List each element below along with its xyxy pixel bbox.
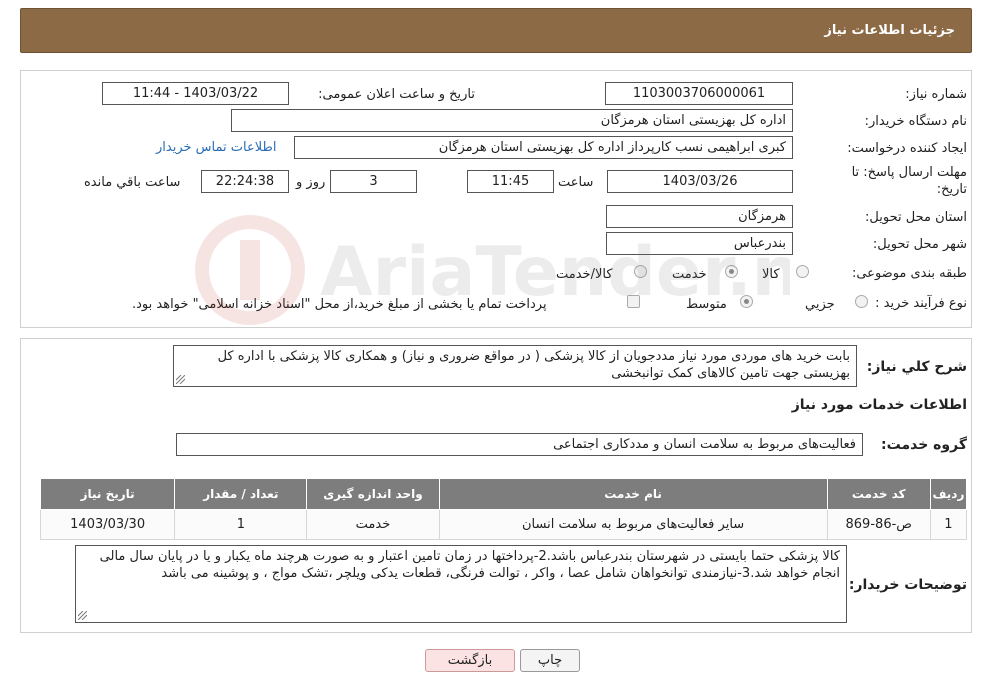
col-header-row-no: ردیف — [929, 478, 968, 510]
category-label: طبقه بندی موضوعی: — [851, 266, 967, 281]
province-field: هرمزگان — [606, 205, 793, 228]
creator-field: کبری ابراهیمی نسب کارپرداز اداره کل بهزی… — [294, 136, 793, 159]
page-header: جزئیات اطلاعات نیاز — [20, 8, 972, 53]
city-label: شهر محل تحویل: — [872, 237, 967, 252]
cell-quantity: 1 — [174, 509, 308, 540]
col-header-need-date: تاریخ نیاز — [39, 478, 176, 510]
services-table: ردیف کد خدمت نام خدمت واحد اندازه گیری ت… — [39, 478, 968, 540]
days-remaining-field: 3 — [330, 170, 417, 193]
table-row: 1 ص-86-869 سایر فعالیت‌های مربوط به سلام… — [39, 509, 968, 540]
cell-unit: خدمت — [306, 509, 440, 540]
category-radio-goods[interactable] — [796, 265, 809, 278]
cell-row-no: 1 — [929, 509, 968, 540]
days-label: روز و — [296, 175, 326, 190]
buyer-contact-link[interactable]: اطلاعات تماس خریدار — [156, 140, 276, 155]
buyer-org-field: اداره کل بهزیستی استان هرمزگان — [231, 109, 793, 132]
deadline-time-label: ساعت — [558, 175, 594, 190]
treasury-payment-checkbox[interactable] — [627, 295, 640, 308]
announce-datetime-field: 1403/03/22 - 11:44 — [102, 82, 289, 105]
table-header-row: ردیف کد خدمت نام خدمت واحد اندازه گیری ت… — [39, 478, 968, 510]
cell-service-code: ص-86-869 — [826, 509, 931, 540]
buyer-notes-label: توضیحات خریدار: — [848, 577, 967, 593]
deadline-label: مهلت ارسال پاسخ: تا — [851, 165, 967, 180]
category-option-goods-service: کالا/خدمت — [556, 267, 613, 282]
description-text: بابت خرید های موردی مورد نیاز مددجویان ا… — [217, 349, 850, 381]
category-option-service: خدمت — [672, 267, 707, 282]
announce-label: تاریخ و ساعت اعلان عمومی: — [318, 87, 475, 102]
process-label: نوع فرآیند خرید : — [875, 296, 967, 311]
process-radio-medium[interactable] — [740, 295, 753, 308]
category-option-goods: کالا — [762, 267, 780, 282]
creator-label: ایجاد کننده درخواست: — [847, 141, 967, 156]
print-button[interactable]: چاپ — [520, 649, 580, 672]
process-option-minor: جزیي — [805, 297, 835, 312]
process-radio-minor[interactable] — [855, 295, 868, 308]
remaining-time-label: ساعت باقي مانده — [84, 175, 181, 190]
col-header-service-name: نام خدمت — [438, 478, 828, 510]
category-radio-service[interactable] — [725, 265, 738, 278]
buyer-org-label: نام دستگاه خریدار: — [864, 114, 967, 129]
cell-need-date: 1403/03/30 — [39, 509, 176, 540]
col-header-quantity: تعداد / مقدار — [174, 478, 308, 510]
page-title: جزئیات اطلاعات نیاز — [824, 23, 955, 38]
treasury-payment-note: پرداخت تمام یا بخشی از مبلغ خرید،از محل … — [132, 297, 547, 312]
remaining-time-field: 22:24:38 — [201, 170, 289, 193]
services-section-title: اطلاعات خدمات مورد نیاز — [791, 397, 967, 413]
need-number-field: 1103003706000061 — [605, 82, 793, 105]
col-header-unit: واحد اندازه گیری — [306, 478, 440, 510]
description-label: شرح کلي نياز: — [866, 359, 967, 375]
deadline-date-field: 1403/03/26 — [607, 170, 793, 193]
deadline-time-field: 11:45 — [467, 170, 554, 193]
cell-service-name: سایر فعالیت‌های مربوط به سلامت انسان — [438, 509, 828, 540]
col-header-service-code: کد خدمت — [826, 478, 931, 510]
description-textarea[interactable]: بابت خرید های موردی مورد نیاز مددجویان ا… — [173, 345, 857, 387]
service-group-label: گروه خدمت: — [881, 437, 967, 453]
province-label: استان محل تحویل: — [865, 210, 967, 225]
category-radio-goods-service[interactable] — [634, 265, 647, 278]
service-group-field: فعالیت‌های مربوط به سلامت انسان و مددکار… — [176, 433, 863, 456]
back-button[interactable]: بازگشت — [425, 649, 515, 672]
process-option-medium: متوسط — [686, 297, 727, 312]
buyer-notes-text: کالا پزشکی حتما بایستی در شهرستان بندرعب… — [99, 549, 840, 581]
city-field: بندرعباس — [606, 232, 793, 255]
resize-grip-icon[interactable] — [176, 375, 185, 384]
buyer-notes-textarea[interactable]: کالا پزشکی حتما بایستی در شهرستان بندرعب… — [75, 545, 847, 623]
need-number-label: شماره نیاز: — [905, 87, 967, 102]
deadline-label-date: تاریخ: — [936, 182, 967, 197]
resize-grip-icon[interactable] — [78, 611, 87, 620]
